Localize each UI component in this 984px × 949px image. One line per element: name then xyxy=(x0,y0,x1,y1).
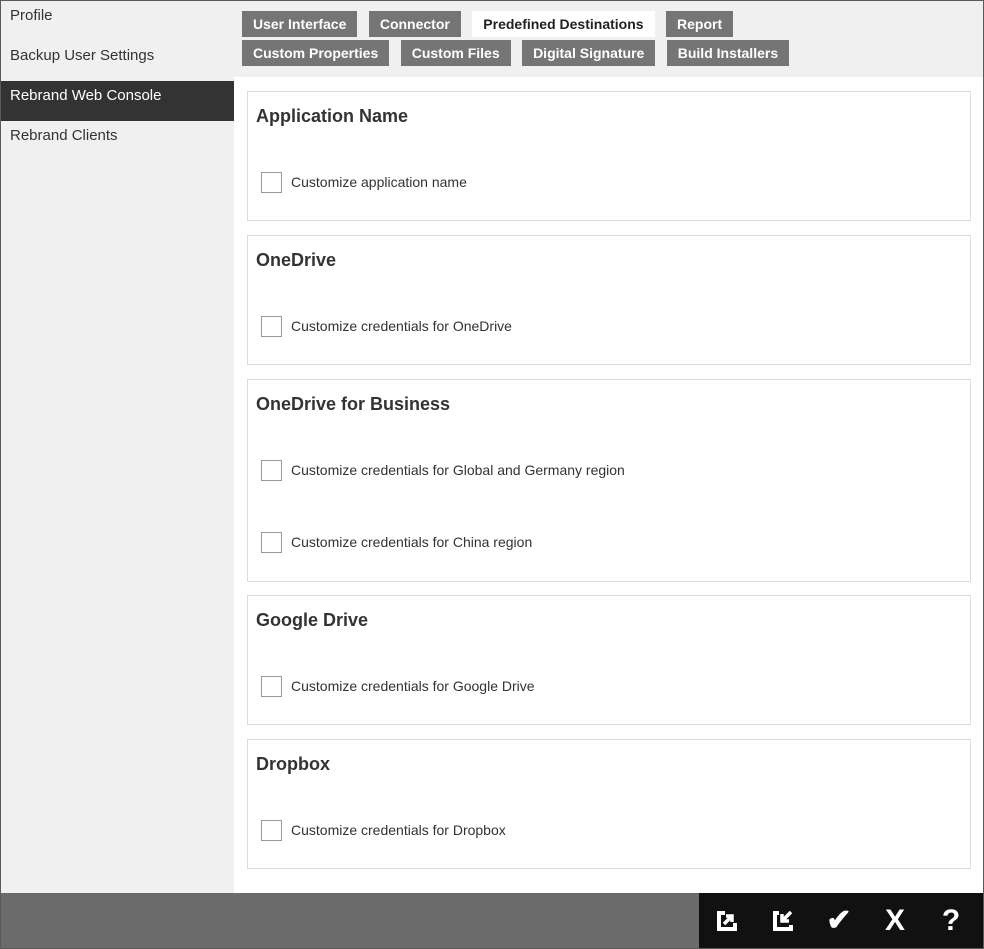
sidebar-item-rebrand-clients[interactable]: Rebrand Clients xyxy=(1,121,234,161)
checkbox-customize-google-drive[interactable]: Customize credentials for Google Drive xyxy=(261,674,535,698)
panel-title: Dropbox xyxy=(256,754,330,774)
panel-title: Google Drive xyxy=(256,610,369,630)
help-icon: ? xyxy=(941,903,961,937)
tab-custom-properties[interactable]: Custom Properties xyxy=(242,40,390,66)
tab-bar: User Interface Connector Predefined Dest… xyxy=(242,11,982,69)
import-icon xyxy=(770,908,796,934)
checkbox-customize-onedrive[interactable]: Customize credentials for OneDrive xyxy=(261,314,512,338)
tab-connector[interactable]: Connector xyxy=(368,11,461,37)
panel-dropbox: Dropbox Customize credentials for Dropbo… xyxy=(247,739,971,869)
tab-custom-files[interactable]: Custom Files xyxy=(400,40,511,66)
checkbox-label: Customize application name xyxy=(291,174,467,190)
import-button[interactable] xyxy=(755,893,811,948)
checkbox[interactable] xyxy=(261,171,282,193)
tab-report[interactable]: Report xyxy=(666,11,734,37)
checkbox[interactable] xyxy=(261,531,282,553)
tab-row-1: User Interface Connector Predefined Dest… xyxy=(242,11,982,37)
checkbox-customize-application-name[interactable]: Customize application name xyxy=(261,170,467,194)
panel-title: OneDrive xyxy=(256,250,337,270)
checkbox-label: Customize credentials for Global and Ger… xyxy=(291,462,625,478)
sidebar-item-backup-user-settings[interactable]: Backup User Settings xyxy=(1,41,234,81)
tab-row-2: Custom Properties Custom Files Digital S… xyxy=(242,40,982,66)
main-area: User Interface Connector Predefined Dest… xyxy=(234,1,983,893)
help-button[interactable]: ? xyxy=(923,893,979,948)
checkbox-label: Customize credentials for Dropbox xyxy=(291,822,506,838)
tab-build-installers[interactable]: Build Installers xyxy=(666,40,790,66)
checkbox-label: Customize credentials for OneDrive xyxy=(291,318,512,334)
checkbox-customize-global-germany[interactable]: Customize credentials for Global and Ger… xyxy=(261,458,625,482)
panel-onedrive-for-business: OneDrive for Business Customize credenti… xyxy=(247,379,971,582)
tab-user-interface[interactable]: User Interface xyxy=(242,11,358,37)
tab-digital-signature[interactable]: Digital Signature xyxy=(522,40,656,66)
panel-title: Application Name xyxy=(256,106,409,126)
cancel-button[interactable]: X xyxy=(867,893,923,948)
panel-title: OneDrive for Business xyxy=(256,394,451,414)
checkbox-customize-dropbox[interactable]: Customize credentials for Dropbox xyxy=(261,818,506,842)
footer-actions: ✔ X ? xyxy=(699,893,983,948)
tab-predefined-destinations[interactable]: Predefined Destinations xyxy=(472,11,655,37)
panel-onedrive: OneDrive Customize credentials for OneDr… xyxy=(247,235,971,365)
checkbox-customize-china[interactable]: Customize credentials for China region xyxy=(261,530,532,554)
checkbox[interactable] xyxy=(261,459,282,481)
content-pane: Application Name Customize application n… xyxy=(234,77,983,893)
save-button[interactable]: ✔ xyxy=(811,893,867,948)
checkbox[interactable] xyxy=(261,819,282,841)
checkbox[interactable] xyxy=(261,675,282,697)
sidebar: Profile Backup User Settings Rebrand Web… xyxy=(1,1,234,893)
close-icon: X xyxy=(884,903,905,937)
check-icon: ✔ xyxy=(826,904,852,937)
checkbox-label: Customize credentials for Google Drive xyxy=(291,678,535,694)
sidebar-item-rebrand-web-console[interactable]: Rebrand Web Console xyxy=(1,81,234,121)
sidebar-item-profile[interactable]: Profile xyxy=(1,1,234,41)
checkbox[interactable] xyxy=(261,315,282,337)
checkbox-label: Customize credentials for China region xyxy=(291,534,533,550)
panel-application-name: Application Name Customize application n… xyxy=(247,91,971,221)
panel-google-drive: Google Drive Customize credentials for G… xyxy=(247,595,971,725)
export-icon xyxy=(714,908,740,934)
footer-bar: ✔ X ? xyxy=(1,893,983,948)
export-button[interactable] xyxy=(699,893,755,948)
